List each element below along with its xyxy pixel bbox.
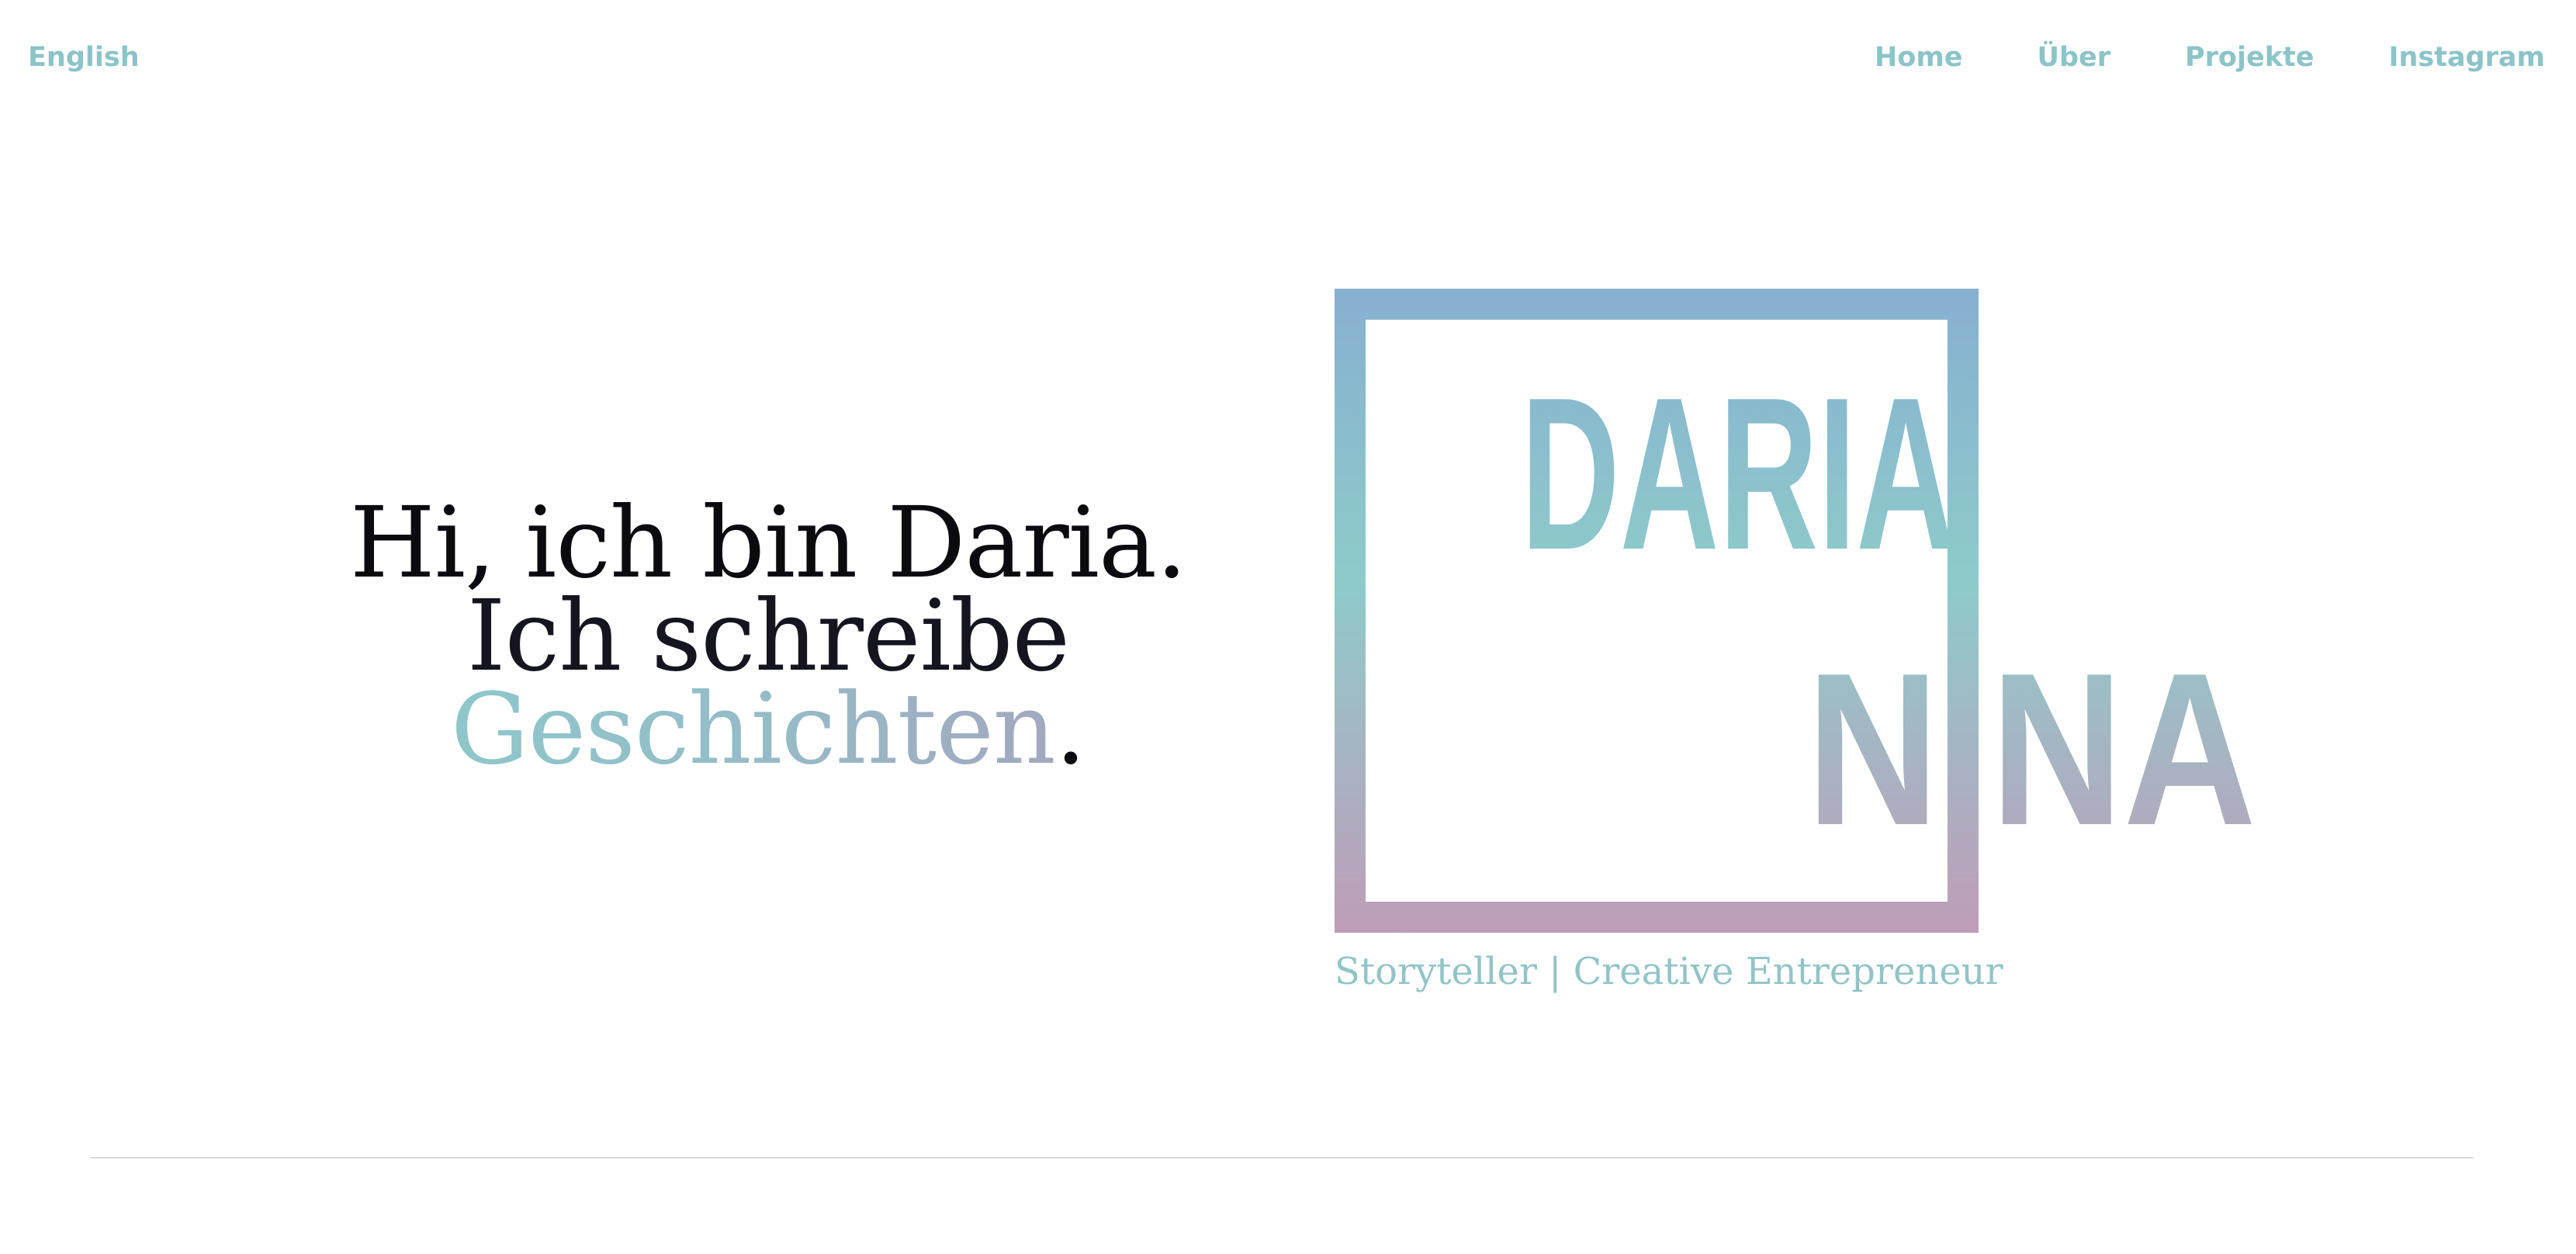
hero-line-2: Ich schreibe <box>466 579 1070 693</box>
main-nav: Home Über Projekte Instagram <box>1875 39 2545 76</box>
section-divider <box>90 1157 2474 1159</box>
hero-line-1: Hi, ich bin Daria. <box>349 486 1187 600</box>
hero-line-3: Geschichten. <box>295 681 1241 778</box>
hero-period: . <box>1054 672 1086 786</box>
hero-heading: Hi, ich bin Daria. Ich schreibe Geschich… <box>295 486 1241 778</box>
nav-link-home[interactable]: Home <box>1875 39 1963 76</box>
hero-accent-word: Geschichten <box>450 672 1056 786</box>
language-switch-link[interactable]: English <box>28 39 140 76</box>
nav-link-projekte[interactable]: Projekte <box>2185 39 2314 76</box>
nav-link-ueber[interactable]: Über <box>2038 39 2110 76</box>
daria-nina-logo: DARIA NINA <box>1335 289 2256 933</box>
logo-tagline: Storyteller | Creative Entrepreneur <box>1335 950 2003 993</box>
nav-link-instagram[interactable]: Instagram <box>2388 39 2545 76</box>
logo-word-nina: NINA <box>1806 629 2256 871</box>
logo-word-daria: DARIA <box>1521 353 1955 595</box>
